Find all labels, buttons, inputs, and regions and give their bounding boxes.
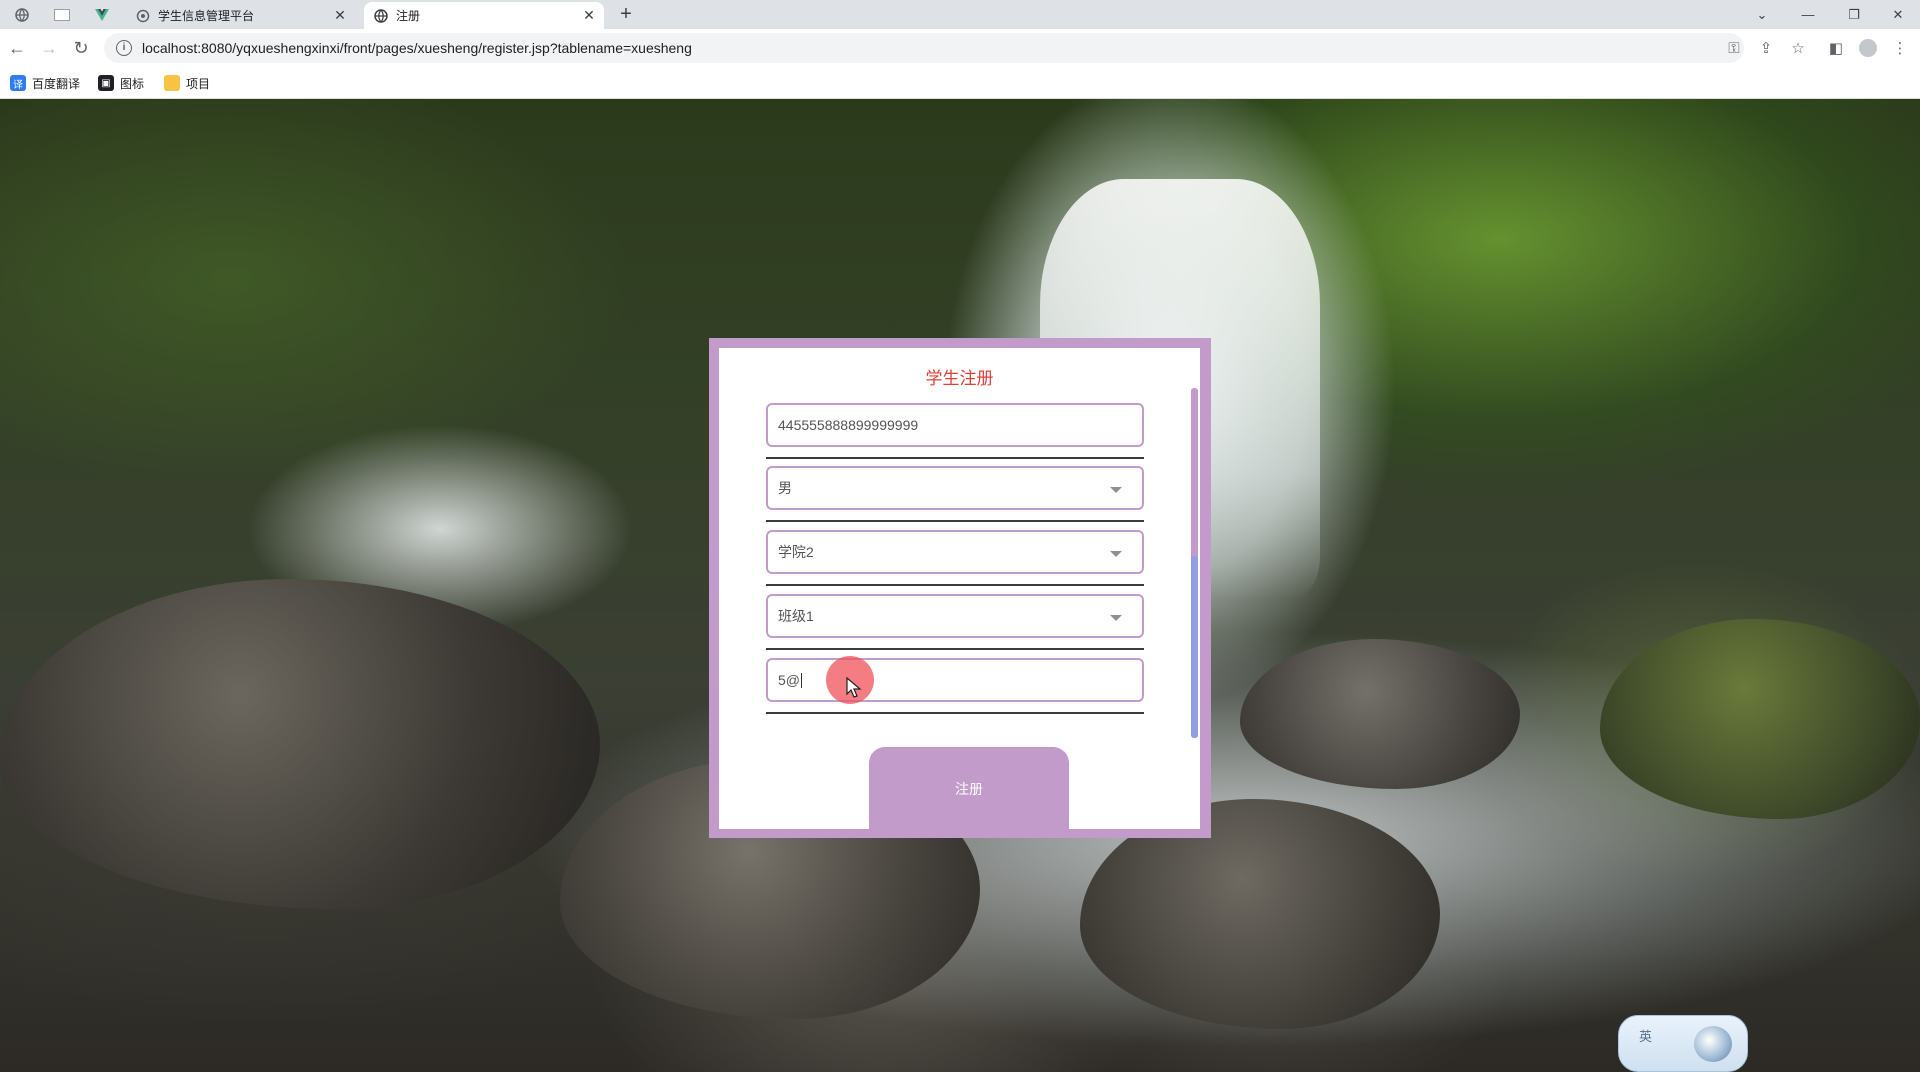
class-value: 班级1 [778, 608, 814, 624]
reload-icon[interactable]: ↻ [68, 36, 94, 60]
field-divider [766, 648, 1144, 650]
image-icon: ▣ [98, 75, 114, 91]
vue-logo-icon [95, 8, 109, 21]
globe-icon [374, 8, 388, 23]
browser-toolbar: ← → ↻ i localhost:8080/yqxueshengxinxi/f… [0, 29, 1920, 67]
register-form: 学生注册 445555888899999999 男 学院2 班级1 5@ 注册 [719, 348, 1200, 829]
field-divider [766, 712, 1144, 714]
email-input[interactable]: 5@ [766, 658, 1144, 702]
pinned-tab-vue[interactable] [88, 0, 116, 29]
register-button[interactable]: 注册 [869, 747, 1069, 829]
side-panel-icon[interactable]: ◧ [1824, 36, 1848, 60]
email-value: 5@ [778, 672, 800, 688]
tab-search-chevron-icon[interactable]: ⌄ [1740, 0, 1784, 29]
key-icon[interactable]: ⚿ [1722, 36, 1746, 60]
gender-select[interactable]: 男 [766, 466, 1144, 510]
more-menu-icon[interactable]: ⋮ [1888, 36, 1912, 60]
bookmark-label: 图标 [120, 76, 145, 91]
site-info-icon[interactable]: i [116, 40, 132, 56]
id-number-value: 445555888899999999 [778, 417, 919, 433]
restore-button[interactable]: ❐ [1832, 0, 1876, 29]
pinned-tab-blank[interactable] [48, 0, 76, 29]
blank-page-icon [54, 8, 70, 21]
tab-title: 学生信息管理平台 [158, 9, 255, 23]
ime-language-widget[interactable]: 英 [1618, 1015, 1748, 1072]
close-window-button[interactable]: ✕ [1876, 0, 1920, 29]
forward-arrow-icon[interactable]: → [36, 36, 62, 60]
id-number-input[interactable]: 445555888899999999 [766, 403, 1144, 447]
profile-avatar-icon[interactable] [1856, 36, 1880, 60]
gear-site-icon [136, 9, 150, 22]
ime-globe-icon [1694, 1026, 1732, 1062]
college-value: 学院2 [778, 544, 814, 560]
chevron-down-icon [1110, 615, 1122, 621]
tab-strip: 学生信息管理平台 ✕ 注册 ✕ + ⌄ — ❐ ✕ [0, 0, 1920, 29]
bookmark-project-folder[interactable]: 项目 [164, 73, 210, 93]
pinned-tab-globe[interactable] [8, 0, 36, 29]
tab-close-icon[interactable]: ✕ [331, 7, 349, 24]
background-rock [1600, 619, 1920, 819]
tab-student-info-platform[interactable]: 学生信息管理平台 ✕ [130, 2, 355, 29]
minimize-button[interactable]: — [1786, 0, 1830, 29]
bookmark-baidu-translate[interactable]: 译 百度翻译 [10, 73, 80, 93]
form-scrollbar-thumb[interactable] [1191, 556, 1198, 738]
tab-close-icon[interactable]: ✕ [580, 7, 598, 24]
field-divider [766, 584, 1144, 586]
bookmarks-bar: 译 百度翻译 ▣ 图标 项目 [0, 67, 1920, 99]
bookmark-label: 百度翻译 [32, 76, 81, 91]
back-arrow-icon[interactable]: ← [4, 36, 30, 60]
new-tab-button[interactable]: + [614, 3, 638, 27]
text-cursor [801, 672, 802, 688]
register-panel: 学生注册 445555888899999999 男 学院2 班级1 5@ 注册 [709, 338, 1211, 838]
globe-icon [15, 7, 29, 22]
ime-mode-label: 英 [1639, 1029, 1653, 1044]
url-text: localhost:8080/yqxueshengxinxi/front/pag… [142, 40, 692, 56]
bookmark-label: 项目 [186, 76, 211, 91]
folder-icon [164, 75, 180, 91]
chevron-down-icon [1110, 487, 1122, 493]
field-divider [766, 520, 1144, 522]
background-rock [0, 579, 600, 909]
address-bar[interactable]: i localhost:8080/yqxueshengxinxi/front/p… [104, 33, 1744, 63]
background-rock [1240, 639, 1520, 789]
translate-icon: 译 [10, 75, 26, 91]
form-title: 学生注册 [925, 369, 994, 388]
tab-title: 注册 [396, 9, 421, 23]
bookmark-icons[interactable]: ▣ 图标 [98, 73, 144, 93]
field-divider [766, 457, 1144, 459]
gender-value: 男 [778, 480, 792, 496]
mouse-pointer-icon [846, 677, 862, 698]
college-select[interactable]: 学院2 [766, 530, 1144, 574]
share-icon[interactable]: ⇪ [1754, 36, 1778, 60]
class-select[interactable]: 班级1 [766, 594, 1144, 638]
register-button-label: 注册 [955, 781, 983, 797]
bookmark-star-icon[interactable]: ☆ [1786, 36, 1810, 60]
chevron-down-icon [1110, 551, 1122, 557]
tab-register[interactable]: 注册 ✕ [364, 2, 604, 29]
